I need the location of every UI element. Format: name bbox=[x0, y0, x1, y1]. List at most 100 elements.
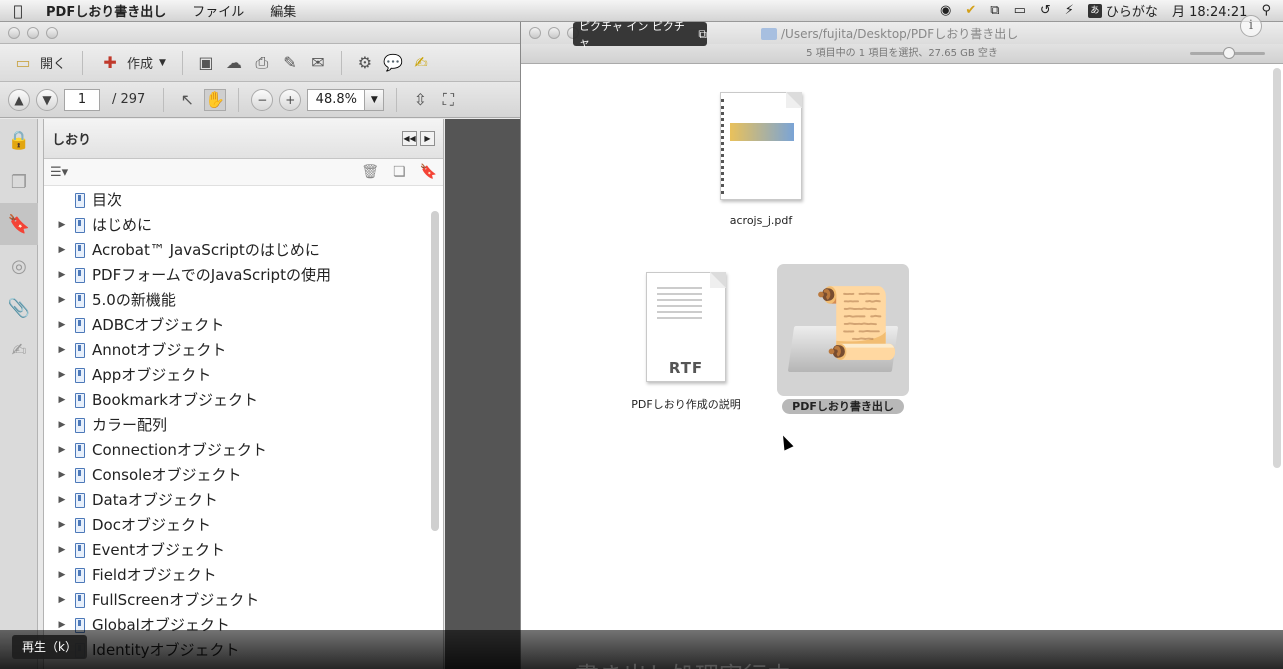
pages-icon[interactable]: ❐ bbox=[0, 161, 38, 203]
disclosure-triangle-icon[interactable]: ▶ bbox=[54, 495, 70, 505]
display-icon[interactable]: ▭ bbox=[1014, 3, 1026, 18]
picture-in-picture-tooltip[interactable]: ピクチャ イン ピクチャ ⧉ bbox=[573, 20, 707, 49]
zoom-dropdown-icon[interactable]: ▼ bbox=[364, 88, 385, 111]
cloud-upload-icon[interactable]: ☁ bbox=[223, 52, 245, 74]
file-item-rtf[interactable]: RTF PDFしおり作成の説明 bbox=[621, 272, 751, 412]
bookmark-item[interactable]: ▶ Consoleオブジェクト bbox=[44, 462, 428, 487]
search-icon[interactable]: ⚲ bbox=[1261, 3, 1271, 18]
finder-scrollbar[interactable] bbox=[1273, 68, 1281, 468]
layers-icon[interactable]: ◎ bbox=[0, 245, 38, 287]
print-icon[interactable]: ⎙ bbox=[251, 52, 273, 74]
info-icon[interactable]: i bbox=[1240, 15, 1262, 37]
open-button[interactable]: ▭ 開く bbox=[8, 50, 70, 76]
zoom-input[interactable]: 48.8% bbox=[307, 88, 366, 111]
create-pdf-icon: ✚ bbox=[103, 53, 117, 72]
lock-icon[interactable]: 🔒 bbox=[0, 119, 38, 161]
disclosure-triangle-icon[interactable]: ▶ bbox=[54, 220, 70, 230]
input-method-menu[interactable]: あ ひらがな bbox=[1087, 1, 1158, 20]
select-tool-icon[interactable]: ↖ bbox=[176, 89, 198, 111]
disclosure-triangle-icon[interactable]: ▶ bbox=[54, 370, 70, 380]
bookmark-scrollbar[interactable] bbox=[431, 211, 439, 531]
save-icon[interactable]: ▣ bbox=[195, 52, 217, 74]
disclosure-triangle-icon[interactable]: ▶ bbox=[54, 620, 70, 630]
options-menu-icon[interactable]: ☰▾ bbox=[50, 165, 68, 180]
mail-icon[interactable]: ✉ bbox=[307, 52, 329, 74]
edit-icon[interactable]: ✎ bbox=[279, 52, 301, 74]
checkmark-icon[interactable]: ✔ bbox=[965, 3, 976, 18]
fit-page-icon[interactable]: ⇳ bbox=[409, 89, 431, 111]
create-button[interactable]: ✚ 作成 ▼ bbox=[95, 50, 170, 76]
close-button[interactable] bbox=[529, 27, 541, 39]
bookmark-item[interactable]: ▶ Bookmarkオブジェクト bbox=[44, 387, 428, 412]
bookmark-icon bbox=[73, 242, 85, 258]
full-screen-icon[interactable]: ⛶ bbox=[437, 89, 459, 111]
file-item-pdf[interactable]: acrojs_j.pdf bbox=[711, 92, 811, 227]
toolbar-divider bbox=[163, 87, 165, 112]
disclosure-triangle-icon[interactable]: ▶ bbox=[54, 245, 70, 255]
page-number-input[interactable]: 1 bbox=[64, 88, 100, 111]
sign-icon[interactable]: ✍ bbox=[410, 52, 432, 74]
clock[interactable]: 月 18:24:21 bbox=[1172, 1, 1248, 20]
attachment-icon[interactable]: 📎 bbox=[0, 287, 38, 329]
disclosure-triangle-icon[interactable]: ▶ bbox=[54, 395, 70, 405]
bookmark-item[interactable]: ▶ Fieldオブジェクト bbox=[44, 562, 428, 587]
collapse-panel-icon[interactable]: ◀◀ bbox=[402, 131, 417, 146]
find-bookmark-icon[interactable]: 🔖 bbox=[420, 164, 437, 180]
disclosure-triangle-icon[interactable]: ▶ bbox=[54, 420, 70, 430]
menu-edit[interactable]: 編集 bbox=[257, 1, 309, 20]
disclosure-triangle-icon[interactable]: ▶ bbox=[54, 470, 70, 480]
disclosure-triangle-icon[interactable]: ▶ bbox=[54, 570, 70, 580]
hand-tool-icon[interactable]: ✋ bbox=[204, 88, 227, 111]
bookmark-item[interactable]: ▶ Appオブジェクト bbox=[44, 362, 428, 387]
disclosure-triangle-icon[interactable]: ▶ bbox=[54, 520, 70, 530]
gear-icon[interactable]: ⚙ bbox=[354, 52, 376, 74]
navigation-rail: 🔒 ❐ 🔖 ◎ 📎 ✍ bbox=[0, 119, 38, 669]
apple-icon[interactable]:  bbox=[0, 2, 36, 20]
eye-icon[interactable]: ◉ bbox=[940, 3, 951, 18]
window-path: /Users/fujita/Desktop/PDFしおり書き出し bbox=[781, 27, 1019, 41]
close-button[interactable] bbox=[8, 26, 20, 39]
icon-size-slider-knob[interactable] bbox=[1223, 47, 1235, 59]
bookmark-item[interactable]: 目次 bbox=[44, 187, 428, 212]
bookmark-item[interactable]: ▶ Dataオブジェクト bbox=[44, 487, 428, 512]
selection-highlight: 📜 bbox=[777, 264, 909, 396]
minimize-button[interactable] bbox=[548, 27, 560, 39]
menu-app-name[interactable]: PDFしおり書き出し bbox=[36, 1, 179, 20]
bookmark-item[interactable]: ▶ Connectionオブジェクト bbox=[44, 437, 428, 462]
disclosure-triangle-icon[interactable]: ▶ bbox=[54, 445, 70, 455]
previous-page-button[interactable]: ▲ bbox=[8, 88, 30, 111]
mirror-icon[interactable]: ⧉ bbox=[990, 3, 999, 18]
disclosure-triangle-icon[interactable]: ▶ bbox=[54, 545, 70, 555]
bookmark-item[interactable]: ▶ PDFフォームでのJavaScriptの使用 bbox=[44, 262, 428, 287]
trash-icon[interactable]: 🗑 bbox=[361, 164, 379, 180]
next-page-button[interactable]: ▼ bbox=[36, 88, 58, 111]
bookmark-item[interactable]: ▶ Eventオブジェクト bbox=[44, 537, 428, 562]
bookmark-item[interactable]: ▶ Acrobat™ JavaScriptのはじめに bbox=[44, 237, 428, 262]
zoom-button[interactable] bbox=[46, 26, 58, 39]
disclosure-triangle-icon[interactable]: ▶ bbox=[54, 320, 70, 330]
bookmarks-icon[interactable]: 🔖 bbox=[0, 203, 38, 245]
open-label: 開く bbox=[40, 57, 67, 72]
bookmark-item[interactable]: ▶ Docオブジェクト bbox=[44, 512, 428, 537]
disclosure-triangle-icon[interactable]: ▶ bbox=[54, 295, 70, 305]
signature-icon[interactable]: ✍ bbox=[0, 329, 38, 371]
bookmark-item[interactable]: ▶ FullScreenオブジェクト bbox=[44, 587, 428, 612]
time-machine-icon[interactable]: ↺ bbox=[1040, 3, 1051, 18]
bookmark-item[interactable]: ▶ 5.0の新機能 bbox=[44, 287, 428, 312]
panel-menu-icon[interactable]: ▶ bbox=[420, 131, 435, 146]
zoom-in-button[interactable]: + bbox=[279, 88, 302, 111]
bookmark-item[interactable]: ▶ はじめに bbox=[44, 212, 428, 237]
page-total: / 297 bbox=[112, 92, 146, 107]
disclosure-triangle-icon[interactable]: ▶ bbox=[54, 345, 70, 355]
minimize-button[interactable] bbox=[27, 26, 39, 39]
zoom-out-button[interactable]: − bbox=[251, 88, 274, 111]
comment-icon[interactable]: 💬 bbox=[382, 52, 404, 74]
disclosure-triangle-icon[interactable]: ▶ bbox=[54, 270, 70, 280]
menu-file[interactable]: ファイル bbox=[179, 1, 257, 20]
bolt-icon[interactable]: ⚡ bbox=[1065, 3, 1074, 18]
bookmark-item[interactable]: ▶ カラー配列 bbox=[44, 412, 428, 437]
new-bookmark-icon[interactable]: ❏ bbox=[393, 164, 406, 180]
disclosure-triangle-icon[interactable]: ▶ bbox=[54, 595, 70, 605]
bookmark-item[interactable]: ▶ Annotオブジェクト bbox=[44, 337, 428, 362]
bookmark-item[interactable]: ▶ ADBCオブジェクト bbox=[44, 312, 428, 337]
